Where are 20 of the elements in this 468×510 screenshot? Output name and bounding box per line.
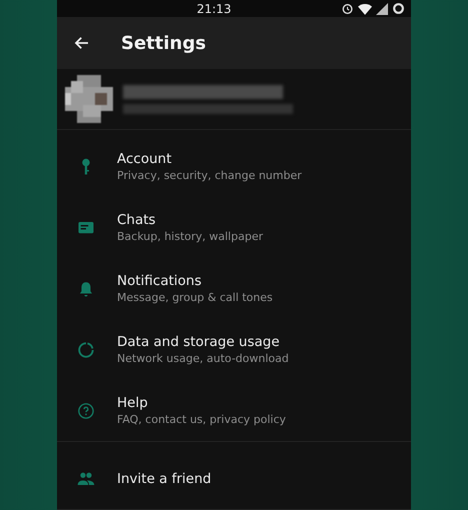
setting-subtitle: Backup, history, wallpaper (117, 230, 263, 243)
alarm-icon (341, 2, 354, 16)
page-title: Settings (121, 32, 206, 54)
setting-title[interactable]: Help (117, 395, 286, 411)
setting-title[interactable]: Invite a friend (117, 470, 212, 486)
setting-title[interactable]: Account (117, 151, 302, 167)
circle-arrows-icon (77, 340, 95, 358)
status-time: 21:13 (196, 2, 232, 16)
signal-icon (376, 2, 388, 15)
setting-title[interactable]: Chats (117, 212, 263, 228)
setting-subtitle: Network usage, auto-download (117, 352, 289, 365)
people-icon (77, 470, 95, 488)
wifi-icon (358, 2, 372, 15)
setting-title[interactable]: Data and storage usage (117, 334, 289, 350)
setting-title[interactable]: Notifications (117, 273, 273, 289)
help-icon (77, 402, 95, 420)
bell-icon (77, 280, 95, 298)
setting-subtitle: Privacy, security, change number (117, 169, 302, 182)
setting-subtitle: FAQ, contact us, privacy policy (117, 413, 286, 426)
setting-subtitle: Message, group & call tones (117, 291, 273, 304)
